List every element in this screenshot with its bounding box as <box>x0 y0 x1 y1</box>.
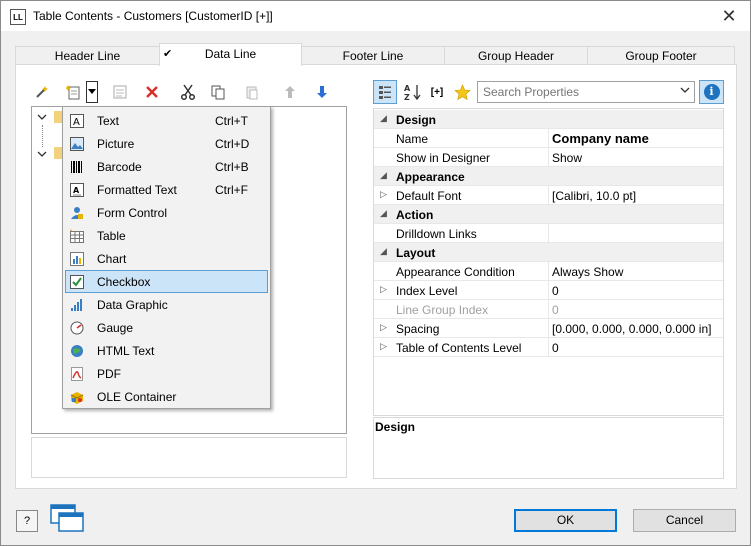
delete-icon[interactable] <box>141 79 163 105</box>
tab-group-footer[interactable]: Group Footer <box>587 46 735 66</box>
property-row-line-group-index: Line Group Index 0 <box>374 300 723 319</box>
text-icon: A <box>69 113 84 128</box>
cancel-button[interactable]: Cancel <box>633 509 736 532</box>
chevron-down-icon[interactable] <box>680 85 690 97</box>
menu-item-ole-container[interactable]: OLE Container <box>65 385 268 408</box>
window-title: Table Contents - Customers [CustomerID [… <box>33 9 273 23</box>
barcode-icon <box>69 159 84 174</box>
menu-item-data-graphic[interactable]: Data Graphic <box>65 293 268 316</box>
property-row-table-of-contents-level[interactable]: ▷ Table of Contents Level 0 <box>374 338 723 357</box>
ok-button[interactable]: OK <box>514 509 617 532</box>
window-switch-icon[interactable] <box>50 504 84 532</box>
menu-item-gauge[interactable]: Gauge <box>65 316 268 339</box>
move-up-icon[interactable] <box>279 79 301 105</box>
tab-group-header[interactable]: Group Header <box>444 46 588 66</box>
menu-item-picture[interactable]: Picture Ctrl+D <box>65 132 268 155</box>
menu-item-formatted-text[interactable]: A Formatted Text Ctrl+F <box>65 178 268 201</box>
check-icon: ✔ <box>163 48 173 60</box>
property-row-show-in-designer[interactable]: Show in Designer Show <box>374 148 723 167</box>
category-design[interactable]: ◢ Design <box>374 110 723 129</box>
menu-item-pdf[interactable]: PDF <box>65 362 268 385</box>
tab-data-line[interactable]: ✔ Data Line <box>159 43 302 66</box>
expand-all-icon[interactable]: [+] <box>425 79 449 105</box>
expand-icon[interactable]: ▷ <box>380 341 387 352</box>
picture-icon <box>69 136 84 151</box>
menu-item-barcode[interactable]: Barcode Ctrl+B <box>65 155 268 178</box>
pdf-icon <box>69 366 84 381</box>
copy-icon[interactable] <box>207 79 229 105</box>
menu-item-text[interactable]: A Text Ctrl+T <box>65 109 268 132</box>
category-layout[interactable]: ◢ Layout <box>374 243 723 262</box>
menu-item-table[interactable]: Table <box>65 224 268 247</box>
property-row-index-level[interactable]: ▷ Index Level 0 <box>374 281 723 300</box>
svg-text:A: A <box>73 117 80 128</box>
search-properties-field[interactable] <box>478 82 668 102</box>
paste-icon[interactable] <box>241 79 263 105</box>
chart-icon <box>69 251 84 266</box>
info-icon: i <box>703 84 720 100</box>
properties-icon[interactable] <box>109 79 131 105</box>
favorites-star-icon[interactable] <box>451 79 473 105</box>
svg-text:A: A <box>73 186 80 195</box>
property-description-panel: Design <box>373 417 724 479</box>
help-button[interactable]: ? <box>16 510 38 532</box>
svg-text:Z: Z <box>404 93 410 101</box>
sort-alpha-icon[interactable]: AZ <box>402 79 424 105</box>
info-button[interactable]: i <box>699 80 724 104</box>
checkbox-icon <box>69 274 84 289</box>
app-logo-icon: LL <box>10 9 26 25</box>
property-row-drilldown-links[interactable]: Drilldown Links <box>374 224 723 243</box>
data-graphic-icon <box>69 297 84 312</box>
dropdown-arrow-icon[interactable] <box>86 81 98 103</box>
collapse-icon[interactable]: ◢ <box>380 113 387 124</box>
tree-expander-icon[interactable] <box>37 149 47 162</box>
table-icon <box>69 228 84 243</box>
category-action[interactable]: ◢ Action <box>374 205 723 224</box>
categorized-icon[interactable] <box>373 80 397 104</box>
search-properties-input[interactable] <box>477 81 695 103</box>
object-description-box <box>31 437 347 478</box>
tab-header-line[interactable]: Header Line <box>15 46 160 66</box>
expand-icon[interactable]: ▷ <box>380 284 387 295</box>
wand-icon[interactable] <box>31 79 53 105</box>
tree-expander-icon[interactable] <box>37 112 47 125</box>
tab-footer-line[interactable]: Footer Line <box>301 46 445 66</box>
property-row-appearance-condition[interactable]: Appearance Condition Always Show <box>374 262 723 281</box>
object-toolbar <box>31 79 347 105</box>
new-item-icon[interactable] <box>63 79 85 105</box>
property-description-title: Design <box>375 420 416 434</box>
tab-strip: Header Line ✔ Data Line Footer Line Grou… <box>15 43 737 66</box>
collapse-icon[interactable]: ◢ <box>380 208 387 219</box>
collapse-icon[interactable]: ◢ <box>380 170 387 181</box>
category-appearance[interactable]: ◢ Appearance <box>374 167 723 186</box>
move-down-icon[interactable] <box>311 79 333 105</box>
menu-item-html-text[interactable]: HTML Text <box>65 339 268 362</box>
property-row-spacing[interactable]: ▷ Spacing [0.000, 0.000, 0.000, 0.000 in… <box>374 319 723 338</box>
expand-icon[interactable]: ▷ <box>380 189 387 200</box>
cut-icon[interactable] <box>177 79 199 105</box>
svg-text:A: A <box>404 84 411 93</box>
insert-object-menu: A Text Ctrl+T Picture Ctrl+D Barcode Ctr… <box>62 106 271 409</box>
dialog-window: LL Table Contents - Customers [CustomerI… <box>0 0 751 546</box>
form-control-icon <box>69 205 84 220</box>
property-grid: ◢ Design Name Company name Show in Desig… <box>373 108 724 416</box>
expand-icon[interactable]: ▷ <box>380 322 387 333</box>
ole-container-icon <box>69 389 84 404</box>
property-row-name[interactable]: Name Company name <box>374 129 723 148</box>
gauge-icon <box>69 320 84 335</box>
tree-line <box>42 125 43 147</box>
menu-item-checkbox[interactable]: Checkbox <box>65 270 268 293</box>
html-text-icon <box>69 343 84 358</box>
collapse-icon[interactable]: ◢ <box>380 246 387 257</box>
menu-item-chart[interactable]: Chart <box>65 247 268 270</box>
close-icon[interactable]: ✕ <box>717 5 741 27</box>
property-row-default-font[interactable]: ▷ Default Font [Calibri, 10.0 pt] <box>374 186 723 205</box>
menu-item-form-control[interactable]: Form Control <box>65 201 268 224</box>
formatted-text-icon: A <box>69 182 84 197</box>
